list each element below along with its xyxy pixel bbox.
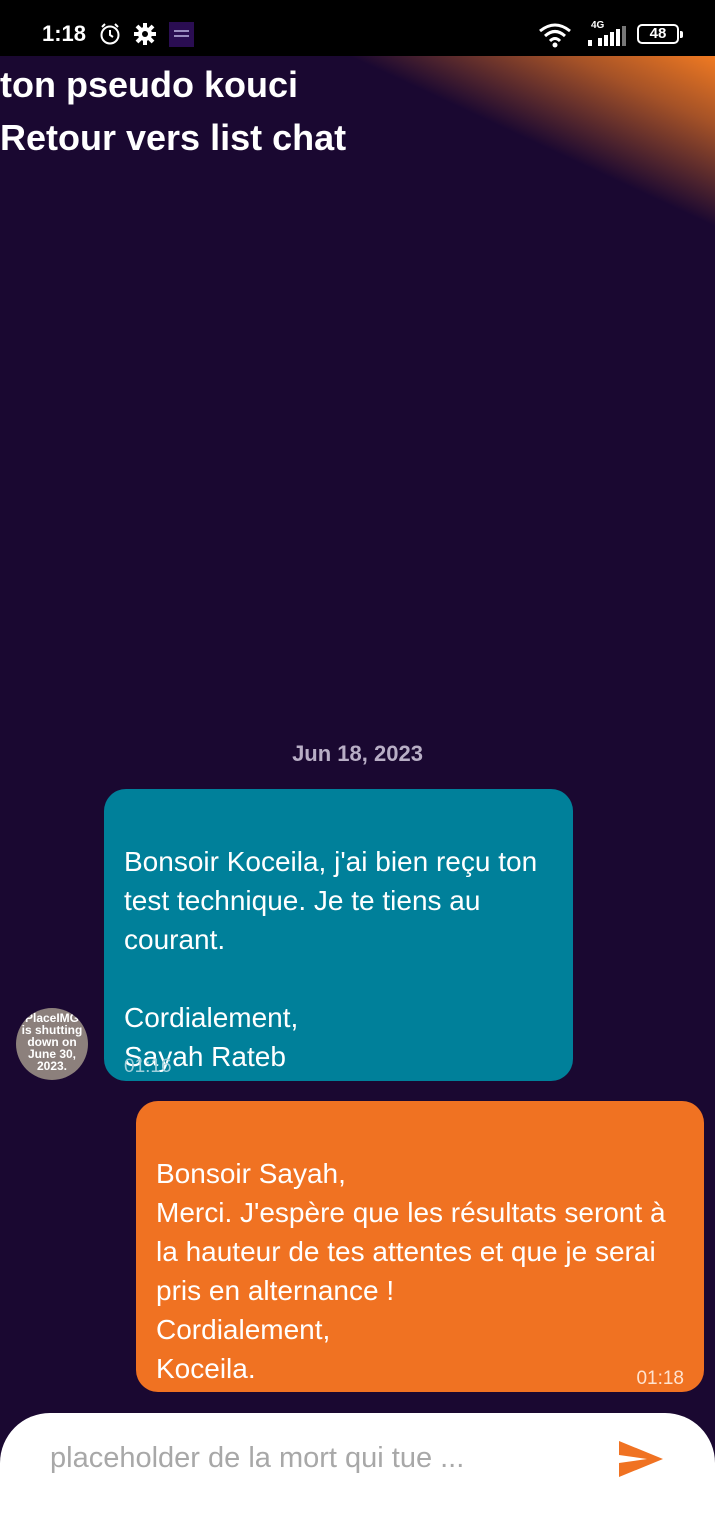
send-icon[interactable] [617,1439,665,1479]
status-bar: 1:18 4G 48 [0,0,715,56]
header-glow [330,56,715,256]
signal-icon [588,26,626,46]
app-notification-icon [169,22,194,47]
message-composer [0,1413,715,1513]
message-time: 01:18 [636,1368,684,1389]
message-time: 01:16 [124,1056,172,1077]
message-text: Bonsoir Sayah, Merci. J'espère que les r… [156,1158,666,1384]
status-time: 1:18 [42,21,87,46]
gear-icon [134,23,156,45]
alarm-icon [100,23,120,45]
message-bubble-outgoing[interactable]: Bonsoir Sayah, Merci. J'espère que les r… [136,1101,704,1392]
message-text: Bonsoir Koceila, j'ai bien reçu ton test… [124,846,538,1072]
avatar[interactable]: PlaceIMG is shutting down on June 30, 20… [16,1008,88,1080]
page-title: ton pseudo kouci [0,64,299,105]
wifi-icon [539,23,571,48]
battery-icon: 48 [637,24,683,44]
message-bubble-incoming[interactable]: Bonsoir Koceila, j'ai bien reçu ton test… [104,789,573,1081]
message-input[interactable] [48,1435,592,1481]
back-link[interactable]: Retour vers list chat [0,117,346,159]
date-separator: Jun 18, 2023 [292,741,423,766]
